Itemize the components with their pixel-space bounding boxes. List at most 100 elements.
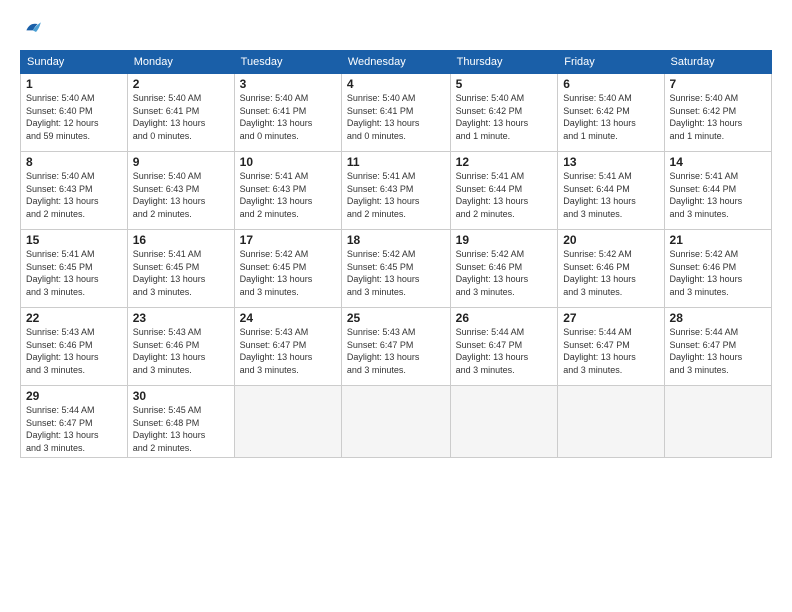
calendar-cell: 28Sunrise: 5:44 AMSunset: 6:47 PMDayligh… [664, 308, 771, 386]
cell-info: Sunrise: 5:41 AMSunset: 6:44 PMDaylight:… [456, 170, 553, 220]
cell-info: Sunrise: 5:41 AMSunset: 6:43 PMDaylight:… [347, 170, 445, 220]
calendar-cell: 30Sunrise: 5:45 AMSunset: 6:48 PMDayligh… [127, 386, 234, 458]
calendar-cell: 7Sunrise: 5:40 AMSunset: 6:42 PMDaylight… [664, 74, 771, 152]
day-number: 14 [670, 155, 766, 169]
calendar-cell: 6Sunrise: 5:40 AMSunset: 6:42 PMDaylight… [558, 74, 664, 152]
day-number: 13 [563, 155, 658, 169]
calendar-cell: 15Sunrise: 5:41 AMSunset: 6:45 PMDayligh… [21, 230, 128, 308]
day-number: 18 [347, 233, 445, 247]
day-number: 30 [133, 389, 229, 403]
cell-info: Sunrise: 5:41 AMSunset: 6:45 PMDaylight:… [133, 248, 229, 298]
calendar-header-thursday: Thursday [450, 51, 558, 74]
calendar-header-wednesday: Wednesday [341, 51, 450, 74]
day-number: 4 [347, 77, 445, 91]
cell-info: Sunrise: 5:41 AMSunset: 6:43 PMDaylight:… [240, 170, 336, 220]
calendar-cell: 11Sunrise: 5:41 AMSunset: 6:43 PMDayligh… [341, 152, 450, 230]
day-number: 29 [26, 389, 122, 403]
day-number: 20 [563, 233, 658, 247]
header [20, 16, 772, 40]
calendar-cell: 13Sunrise: 5:41 AMSunset: 6:44 PMDayligh… [558, 152, 664, 230]
day-number: 27 [563, 311, 658, 325]
calendar-cell: 10Sunrise: 5:41 AMSunset: 6:43 PMDayligh… [234, 152, 341, 230]
calendar-cell: 12Sunrise: 5:41 AMSunset: 6:44 PMDayligh… [450, 152, 558, 230]
calendar-header-tuesday: Tuesday [234, 51, 341, 74]
calendar-cell: 9Sunrise: 5:40 AMSunset: 6:43 PMDaylight… [127, 152, 234, 230]
day-number: 2 [133, 77, 229, 91]
cell-info: Sunrise: 5:44 AMSunset: 6:47 PMDaylight:… [670, 326, 766, 376]
cell-info: Sunrise: 5:40 AMSunset: 6:42 PMDaylight:… [670, 92, 766, 142]
calendar-cell: 5Sunrise: 5:40 AMSunset: 6:42 PMDaylight… [450, 74, 558, 152]
cell-info: Sunrise: 5:44 AMSunset: 6:47 PMDaylight:… [563, 326, 658, 376]
calendar-cell: 27Sunrise: 5:44 AMSunset: 6:47 PMDayligh… [558, 308, 664, 386]
calendar-cell: 8Sunrise: 5:40 AMSunset: 6:43 PMDaylight… [21, 152, 128, 230]
day-number: 21 [670, 233, 766, 247]
cell-info: Sunrise: 5:41 AMSunset: 6:44 PMDaylight:… [670, 170, 766, 220]
calendar-header-friday: Friday [558, 51, 664, 74]
cell-info: Sunrise: 5:43 AMSunset: 6:46 PMDaylight:… [26, 326, 122, 376]
calendar-header-sunday: Sunday [21, 51, 128, 74]
day-number: 9 [133, 155, 229, 169]
day-number: 19 [456, 233, 553, 247]
day-number: 24 [240, 311, 336, 325]
calendar-cell: 25Sunrise: 5:43 AMSunset: 6:47 PMDayligh… [341, 308, 450, 386]
calendar-cell: 23Sunrise: 5:43 AMSunset: 6:46 PMDayligh… [127, 308, 234, 386]
calendar-cell: 20Sunrise: 5:42 AMSunset: 6:46 PMDayligh… [558, 230, 664, 308]
day-number: 6 [563, 77, 658, 91]
calendar-week-row: 29Sunrise: 5:44 AMSunset: 6:47 PMDayligh… [21, 386, 772, 458]
day-number: 23 [133, 311, 229, 325]
calendar-cell: 26Sunrise: 5:44 AMSunset: 6:47 PMDayligh… [450, 308, 558, 386]
cell-info: Sunrise: 5:43 AMSunset: 6:46 PMDaylight:… [133, 326, 229, 376]
calendar-table: SundayMondayTuesdayWednesdayThursdayFrid… [20, 50, 772, 458]
calendar-cell [664, 386, 771, 458]
calendar-cell: 18Sunrise: 5:42 AMSunset: 6:45 PMDayligh… [341, 230, 450, 308]
cell-info: Sunrise: 5:40 AMSunset: 6:41 PMDaylight:… [240, 92, 336, 142]
calendar-cell: 24Sunrise: 5:43 AMSunset: 6:47 PMDayligh… [234, 308, 341, 386]
calendar-week-row: 22Sunrise: 5:43 AMSunset: 6:46 PMDayligh… [21, 308, 772, 386]
cell-info: Sunrise: 5:41 AMSunset: 6:45 PMDaylight:… [26, 248, 122, 298]
cell-info: Sunrise: 5:42 AMSunset: 6:46 PMDaylight:… [456, 248, 553, 298]
calendar-week-row: 15Sunrise: 5:41 AMSunset: 6:45 PMDayligh… [21, 230, 772, 308]
calendar-header-monday: Monday [127, 51, 234, 74]
cell-info: Sunrise: 5:40 AMSunset: 6:43 PMDaylight:… [133, 170, 229, 220]
cell-info: Sunrise: 5:44 AMSunset: 6:47 PMDaylight:… [26, 404, 122, 454]
calendar-header-row: SundayMondayTuesdayWednesdayThursdayFrid… [21, 51, 772, 74]
cell-info: Sunrise: 5:43 AMSunset: 6:47 PMDaylight:… [347, 326, 445, 376]
day-number: 12 [456, 155, 553, 169]
day-number: 7 [670, 77, 766, 91]
cell-info: Sunrise: 5:40 AMSunset: 6:41 PMDaylight:… [347, 92, 445, 142]
day-number: 26 [456, 311, 553, 325]
cell-info: Sunrise: 5:40 AMSunset: 6:43 PMDaylight:… [26, 170, 122, 220]
cell-info: Sunrise: 5:40 AMSunset: 6:41 PMDaylight:… [133, 92, 229, 142]
day-number: 17 [240, 233, 336, 247]
cell-info: Sunrise: 5:42 AMSunset: 6:45 PMDaylight:… [240, 248, 336, 298]
calendar-week-row: 8Sunrise: 5:40 AMSunset: 6:43 PMDaylight… [21, 152, 772, 230]
cell-info: Sunrise: 5:42 AMSunset: 6:46 PMDaylight:… [563, 248, 658, 298]
calendar-cell [558, 386, 664, 458]
day-number: 3 [240, 77, 336, 91]
calendar-cell: 21Sunrise: 5:42 AMSunset: 6:46 PMDayligh… [664, 230, 771, 308]
calendar-header-saturday: Saturday [664, 51, 771, 74]
cell-info: Sunrise: 5:45 AMSunset: 6:48 PMDaylight:… [133, 404, 229, 454]
cell-info: Sunrise: 5:44 AMSunset: 6:47 PMDaylight:… [456, 326, 553, 376]
calendar-cell: 3Sunrise: 5:40 AMSunset: 6:41 PMDaylight… [234, 74, 341, 152]
cell-info: Sunrise: 5:40 AMSunset: 6:40 PMDaylight:… [26, 92, 122, 142]
calendar-cell: 1Sunrise: 5:40 AMSunset: 6:40 PMDaylight… [21, 74, 128, 152]
calendar-cell: 22Sunrise: 5:43 AMSunset: 6:46 PMDayligh… [21, 308, 128, 386]
calendar-body: 1Sunrise: 5:40 AMSunset: 6:40 PMDaylight… [21, 74, 772, 458]
page: SundayMondayTuesdayWednesdayThursdayFrid… [0, 0, 792, 612]
calendar-cell: 14Sunrise: 5:41 AMSunset: 6:44 PMDayligh… [664, 152, 771, 230]
day-number: 28 [670, 311, 766, 325]
cell-info: Sunrise: 5:42 AMSunset: 6:45 PMDaylight:… [347, 248, 445, 298]
day-number: 8 [26, 155, 122, 169]
calendar-cell: 29Sunrise: 5:44 AMSunset: 6:47 PMDayligh… [21, 386, 128, 458]
day-number: 16 [133, 233, 229, 247]
day-number: 22 [26, 311, 122, 325]
calendar-cell: 16Sunrise: 5:41 AMSunset: 6:45 PMDayligh… [127, 230, 234, 308]
cell-info: Sunrise: 5:42 AMSunset: 6:46 PMDaylight:… [670, 248, 766, 298]
day-number: 5 [456, 77, 553, 91]
calendar-cell: 4Sunrise: 5:40 AMSunset: 6:41 PMDaylight… [341, 74, 450, 152]
day-number: 1 [26, 77, 122, 91]
day-number: 10 [240, 155, 336, 169]
calendar-cell: 2Sunrise: 5:40 AMSunset: 6:41 PMDaylight… [127, 74, 234, 152]
calendar-cell: 17Sunrise: 5:42 AMSunset: 6:45 PMDayligh… [234, 230, 341, 308]
